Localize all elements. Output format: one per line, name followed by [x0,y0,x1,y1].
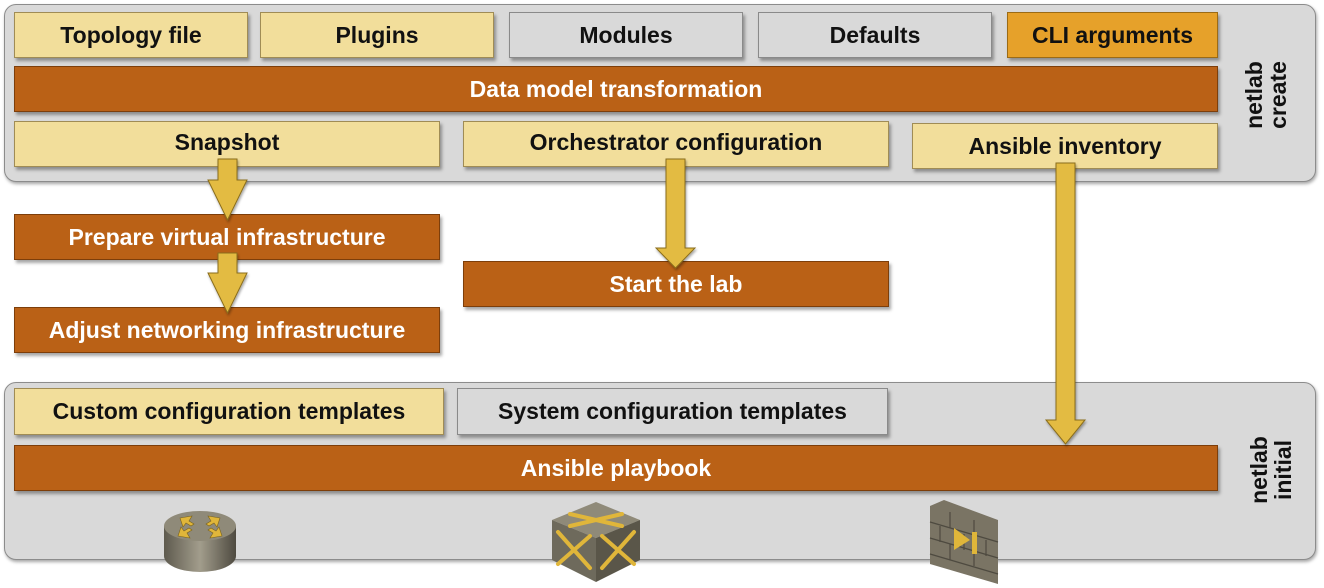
arrow-orchestrator-to-start [654,158,697,269]
flow-arrows [207,158,1087,445]
arrow-prepare-to-adjust [207,252,248,315]
firewall-icon [929,500,999,584]
router-icon [164,511,236,572]
arrow-snapshot-to-prepare [207,158,248,222]
switch-icon [552,502,640,582]
arrow-inventory-to-playbook [1044,162,1087,445]
